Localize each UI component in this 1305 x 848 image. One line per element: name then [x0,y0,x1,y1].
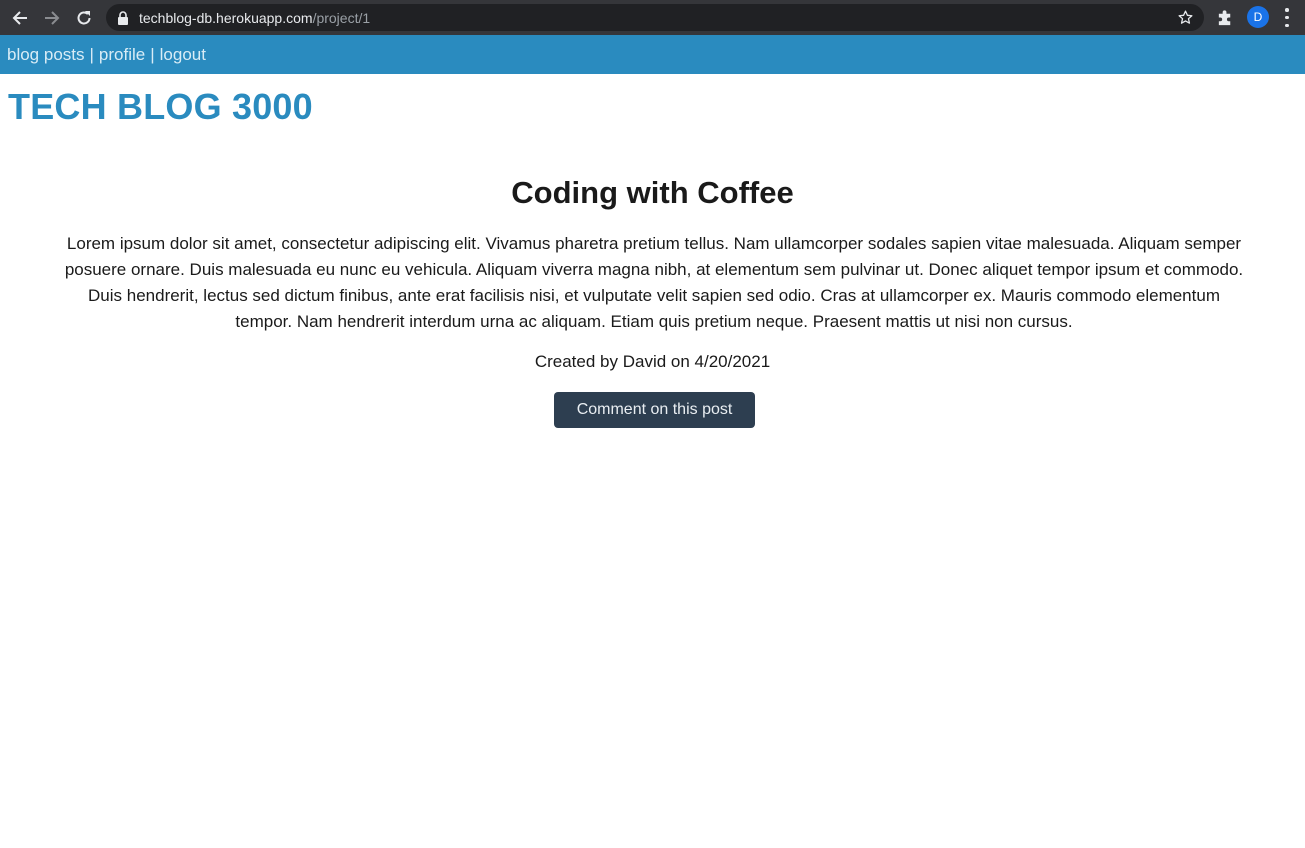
browser-toolbar: techblog-db.herokuapp.com/project/1 D [0,0,1305,35]
back-arrow-icon[interactable] [9,7,31,29]
comment-button[interactable]: Comment on this post [554,392,755,428]
lock-icon [117,10,129,25]
post-title: Coding with Coffee [511,175,794,210]
url-host: techblog-db.herokuapp.com [139,9,313,26]
post-meta: Created by David on 4/20/2021 [534,352,771,371]
puzzle-extension-icon[interactable] [1216,8,1235,27]
star-icon[interactable] [1177,9,1194,26]
profile-avatar[interactable]: D [1247,6,1269,28]
post-body: Lorem ipsum dolor sit amet, consectetur … [64,234,1244,331]
nav-separator: | [150,44,155,64]
nav-separator: | [89,44,94,64]
kebab-menu-icon[interactable] [1284,8,1290,27]
nav-link-profile[interactable]: profile [99,45,145,65]
nav-link-logout[interactable]: logout [160,45,206,65]
address-bar[interactable]: techblog-db.herokuapp.com/project/1 [106,4,1204,31]
url-text: techblog-db.herokuapp.com/project/1 [139,10,370,26]
reload-icon[interactable] [73,7,95,29]
nav-link-blog-posts[interactable]: blog posts [7,45,85,65]
forward-arrow-icon[interactable] [41,7,63,29]
site-nav: blog posts | profile | logout [0,35,1305,74]
site-brand[interactable]: TECH BLOG 3000 [8,86,313,128]
url-path: /project/1 [312,9,371,26]
